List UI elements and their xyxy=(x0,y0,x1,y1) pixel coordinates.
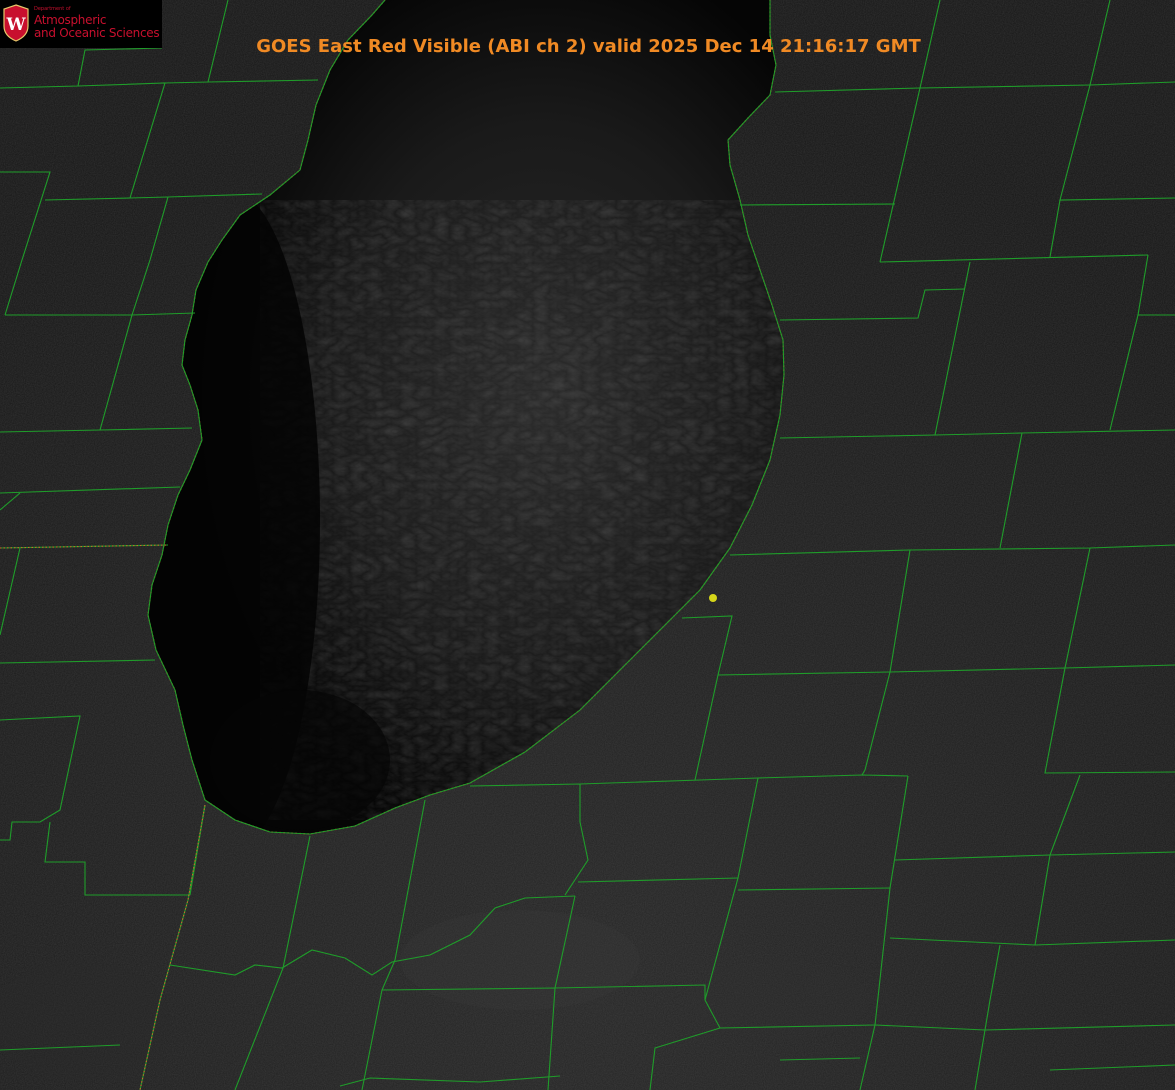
cloud-patch xyxy=(690,960,870,1040)
cloud-patch xyxy=(400,910,640,1010)
yellow-dot-marker[interactable] xyxy=(709,594,717,602)
logo-dept-text: Department of xyxy=(34,6,71,12)
satellite-image xyxy=(0,0,1175,1090)
image-title: GOES East Red Visible (ABI ch 2) valid 2… xyxy=(256,36,921,57)
crest-letter: W xyxy=(5,15,26,35)
satellite-map-viewer: W Department of Atmospheric and Oceanic … xyxy=(0,0,1175,1090)
